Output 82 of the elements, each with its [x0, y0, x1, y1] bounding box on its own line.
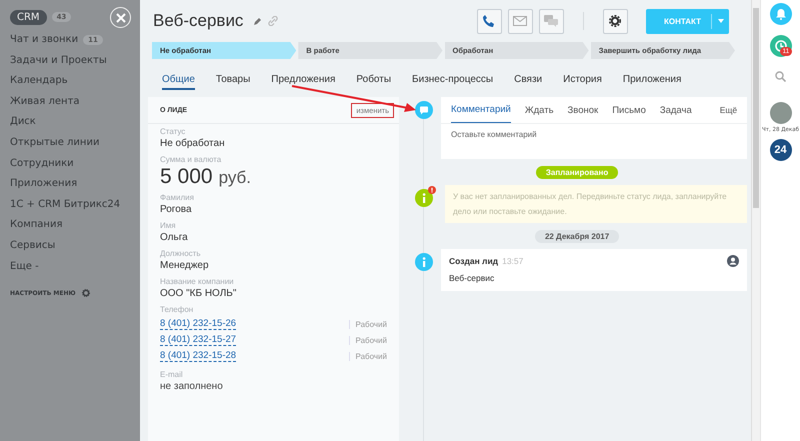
- field-value: Ольга: [160, 232, 189, 243]
- field-value: Рогова: [160, 204, 193, 215]
- menu-item[interactable]: Задачи и Проекты: [10, 50, 107, 72]
- field-label: Сумма и валюта: [160, 155, 222, 164]
- notifications-button[interactable]: [770, 3, 792, 25]
- tab[interactable]: Задача: [660, 97, 692, 123]
- bell-icon: [774, 8, 786, 20]
- menu-item[interactable]: Открытые линии: [10, 132, 100, 154]
- amount-value: 5 000: [160, 166, 213, 187]
- gear-icon: [609, 15, 622, 27]
- gear-icon: [82, 289, 90, 298]
- info-icon: [415, 253, 433, 271]
- settings-button[interactable]: [602, 8, 628, 34]
- search-button[interactable]: [775, 71, 786, 82]
- link-icon: [268, 16, 278, 26]
- date-label: 22 Декабря 2017: [534, 230, 620, 242]
- currency-label: руб.: [218, 169, 251, 186]
- field-value: не заполнено: [160, 381, 224, 392]
- tab[interactable]: Предложения: [271, 74, 336, 88]
- field-value: ООО "КБ НОЛЬ": [160, 288, 238, 299]
- field-label: Имя: [160, 221, 177, 230]
- phone-link[interactable]: 8 (401) 232-15-28: [160, 350, 236, 362]
- planned-badge: Запланировано: [536, 166, 618, 178]
- page-title: Веб-сервис: [153, 11, 244, 31]
- phone-link[interactable]: 8 (401) 232-15-27: [160, 334, 236, 346]
- more-menu-link[interactable]: Еще -: [10, 256, 140, 278]
- tab[interactable]: Общие: [162, 74, 195, 90]
- app-logo[interactable]: 24: [770, 139, 792, 161]
- field-label: Должность: [160, 249, 202, 258]
- field-value: Менеджер: [160, 260, 210, 271]
- envelope-icon: [513, 16, 528, 26]
- field-label: Название компании: [160, 277, 235, 286]
- tab[interactable]: Бизнес-процессы: [412, 74, 494, 88]
- chat-button[interactable]: [538, 8, 564, 34]
- tab[interactable]: История: [563, 74, 602, 88]
- event-time: 13:57: [502, 256, 524, 266]
- comment-icon: [415, 101, 433, 119]
- scrollbar[interactable]: [751, 0, 760, 441]
- search-icon: [775, 71, 786, 82]
- more-dropdown[interactable]: Ещё: [720, 97, 738, 123]
- info-alert-icon: [415, 185, 437, 207]
- tab[interactable]: Связи: [514, 74, 542, 88]
- user-icon: [727, 255, 740, 267]
- phone-type: Рабочий: [348, 352, 387, 360]
- notice-message: У вас нет запланированных дел. Передвиньте статус лида, запланируйте дело или поставьте ожидание.: [445, 185, 748, 223]
- tab[interactable]: Звонок: [568, 97, 598, 123]
- tab[interactable]: Приложения: [622, 74, 682, 88]
- menu-item[interactable]: Сотрудники: [10, 154, 74, 174]
- tab[interactable]: Ждать: [524, 97, 554, 123]
- field-label: Телефон: [160, 305, 194, 314]
- field-label: E-mail: [160, 370, 184, 379]
- menu-item[interactable]: Диск: [10, 112, 36, 133]
- menu-item[interactable]: Приложения: [10, 174, 78, 195]
- menu-item[interactable]: Сервисы: [10, 236, 56, 257]
- phone-link[interactable]: 8 (401) 232-15-26: [160, 318, 236, 330]
- tab[interactable]: Письмо: [612, 97, 646, 123]
- event-title: Создан лид: [449, 256, 498, 266]
- caret-icon: [718, 19, 724, 23]
- tab[interactable]: Роботы: [356, 74, 392, 88]
- call-button[interactable]: [476, 8, 502, 34]
- close-button[interactable]: [110, 7, 131, 28]
- field-label: Фамилия: [160, 193, 195, 202]
- menu-item[interactable]: Календарь: [10, 71, 68, 92]
- email-button[interactable]: [508, 8, 533, 34]
- field-label: Статус: [160, 127, 186, 136]
- tab[interactable]: Комментарий: [451, 97, 511, 123]
- comment-field[interactable]: Оставьте комментарий: [441, 128, 641, 141]
- chat-bubbles-icon: [544, 15, 558, 27]
- menu-item[interactable]: Живая лента: [10, 92, 80, 112]
- menu-item[interactable]: Компания: [10, 215, 62, 236]
- menu-item[interactable]: CRM: [10, 10, 47, 24]
- phone-icon: [482, 14, 496, 28]
- menu-item[interactable]: Чат и звонки: [10, 30, 78, 51]
- phone-type: Рабочий: [348, 320, 387, 328]
- tab[interactable]: Товары: [216, 74, 250, 88]
- field-value: Не обработан: [160, 138, 226, 149]
- menu-item[interactable]: 1С + CRM Битрикс24: [10, 194, 120, 216]
- event-text: Веб-сервис: [449, 273, 496, 283]
- close-icon: [116, 12, 126, 22]
- pencil-icon: [253, 16, 262, 26]
- phone-type: Рабочий: [348, 336, 387, 344]
- avatar-circle[interactable]: [770, 102, 792, 124]
